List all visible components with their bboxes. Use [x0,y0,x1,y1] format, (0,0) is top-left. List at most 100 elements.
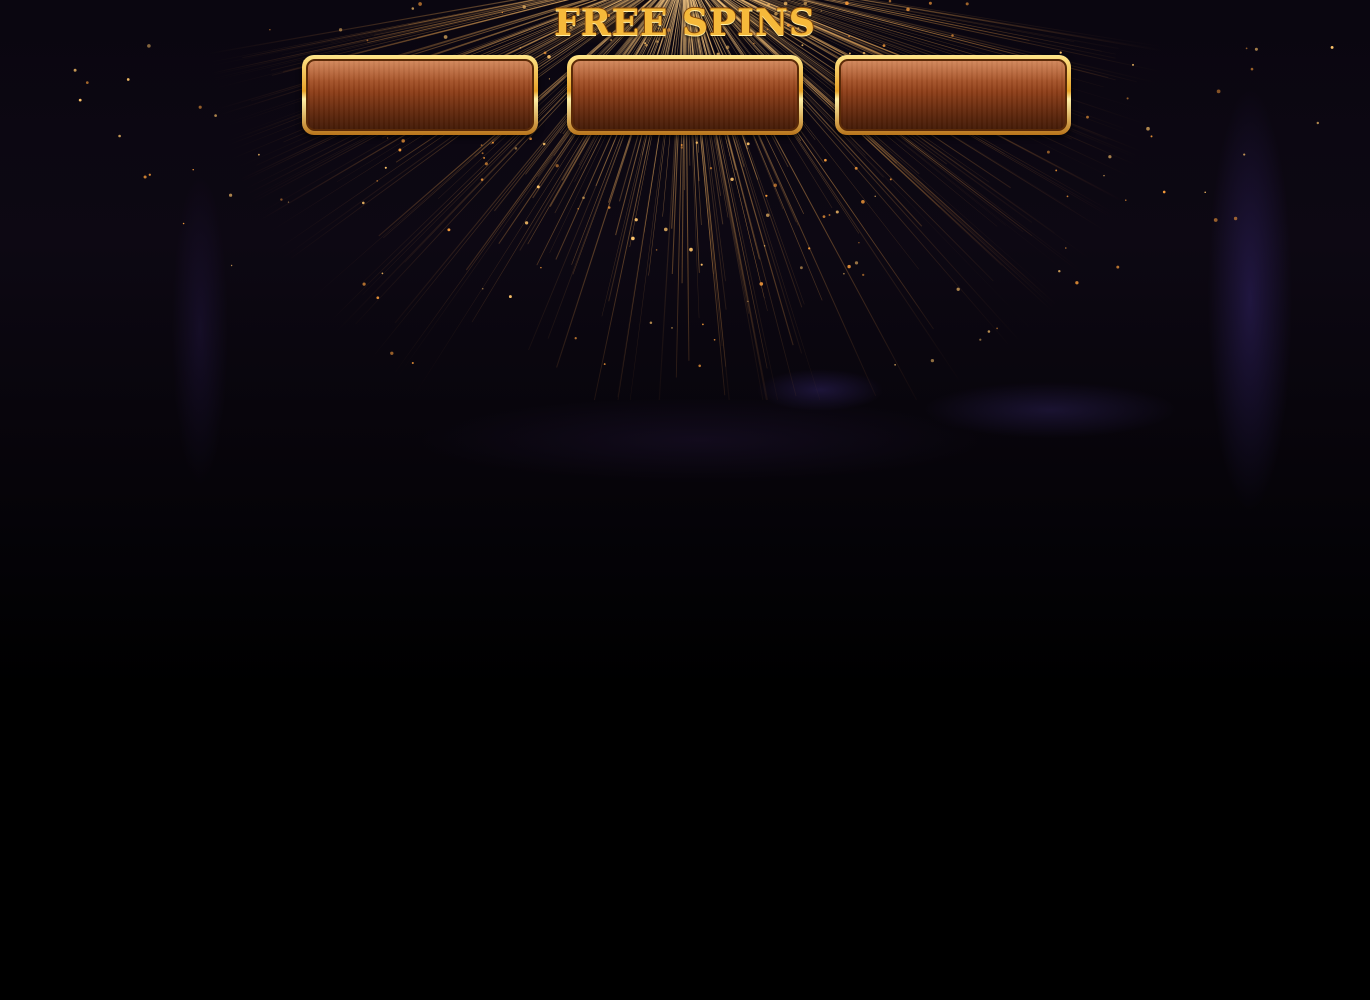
light-ray [710,0,1009,345]
sparkle [862,51,866,55]
sparkle [799,266,803,270]
sparkle [547,55,551,59]
sparkle [1150,135,1153,138]
sparkle [1330,45,1334,49]
sparkle [1116,265,1120,269]
sparkle [1250,67,1254,71]
sparkle [603,363,606,366]
sparkle [73,68,77,72]
sparkle [118,134,121,138]
sparkle [390,351,394,355]
sparkle [491,141,494,144]
sparkle [847,264,851,269]
sparkle [147,44,151,48]
sparkle [663,227,668,232]
sparkle [287,201,290,203]
sparkle [1108,155,1112,159]
sparkle [198,105,202,109]
sparkle [822,215,826,218]
sparkle [634,218,638,222]
sparkle [574,337,577,340]
sparkle [1059,51,1062,54]
sparkle [854,166,858,170]
sparkle [484,162,488,166]
floor-fade [0,660,1370,700]
sparkle [649,321,653,324]
sparkle [1316,121,1320,125]
sparkle [1103,174,1105,177]
sparkle [835,210,839,214]
sparkle [398,148,402,152]
sparkle [765,194,768,197]
sparkle [765,213,770,217]
sparkle [214,114,217,117]
sparkle [78,98,82,102]
sparkle [1245,47,1248,50]
sparkle [930,358,935,363]
sparkle [182,222,185,225]
sparkle [763,245,766,247]
sparkle [258,153,260,156]
sparkle [542,142,546,146]
sparkle [1213,218,1218,222]
light-ray [723,0,1139,314]
sparkle [447,228,451,232]
light-ray [362,0,656,295]
sparkle [481,287,484,290]
sparkle [524,221,529,225]
sparkle [680,146,684,149]
sparkle [746,142,750,146]
sparkle [386,137,389,139]
sparkle [411,361,414,365]
sparkle [1132,63,1134,66]
sparkle [280,198,283,201]
sparkle [655,249,658,251]
sparkle [143,175,147,179]
sparkle [882,44,886,47]
sparkle [481,152,484,155]
sparkle [401,139,405,143]
sparkle [1125,199,1127,201]
panel-3-value [839,59,1067,131]
sparkle [713,338,716,341]
sparkle [607,206,611,209]
sparkle [956,287,960,291]
sparkle [148,173,151,176]
sparkle [1086,115,1089,119]
sparkle [529,137,532,140]
sparkle [582,196,585,200]
sparkle [824,158,827,162]
sparkle [376,296,380,300]
sparkle [536,185,540,189]
free-spins-panel-1 [302,55,538,135]
sparkle [384,166,387,169]
panel-2-value [571,59,799,131]
sparkle [702,323,704,326]
sparkle [979,338,982,341]
sparkle [698,364,701,368]
sparkle [996,327,998,330]
panel-1-value [306,59,534,131]
sparkle [709,167,713,170]
sparkle [508,295,512,299]
sparkle [645,44,648,47]
sparkle [1162,190,1166,194]
sparkle [362,282,366,286]
light-ray [693,0,803,354]
sparkle [381,272,384,275]
sparkle [773,183,777,188]
sparkle [519,46,522,49]
sparkle [858,241,860,244]
sparkle [631,236,635,241]
sparkle [548,78,551,80]
sparkle [85,81,89,84]
sparkle [543,51,547,55]
sparkle [725,45,730,49]
sparkle [747,300,749,303]
sparkle [759,282,764,286]
sparkle [801,44,804,47]
sparkle [689,247,693,252]
sparkle [483,156,486,159]
sparkle [1066,195,1069,198]
sparkle [808,247,811,250]
